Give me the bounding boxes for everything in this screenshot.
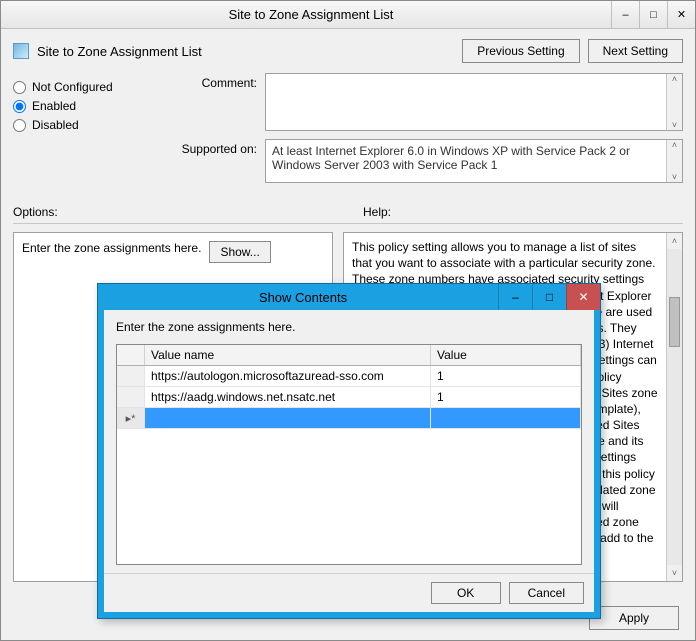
previous-setting-button[interactable]: Previous Setting xyxy=(462,39,579,63)
header-left: Site to Zone Assignment List xyxy=(13,43,202,59)
header-row: Site to Zone Assignment List Previous Se… xyxy=(13,39,683,63)
scroll-down-icon[interactable]: ˅ xyxy=(672,565,677,581)
comment-supported-area: Comment: ˄˅ Supported on: At least Inter… xyxy=(167,73,683,191)
radio-disabled-label: Disabled xyxy=(32,118,79,132)
options-label: Options: xyxy=(13,205,333,219)
show-contents-dialog: Show Contents – □ ✕ Enter the zone assig… xyxy=(97,283,601,619)
footer: Apply xyxy=(589,606,679,630)
new-row-marker[interactable]: ▸* xyxy=(117,408,145,428)
dialog-title: Show Contents xyxy=(108,290,498,305)
dialog-body: Enter the zone assignments here. Value n… xyxy=(98,310,600,618)
section-labels-row: Options: Help: xyxy=(13,205,683,219)
close-button[interactable]: ✕ xyxy=(667,1,695,28)
help-scrollbar[interactable]: ˄ ˅ xyxy=(666,233,682,581)
new-row-name-cell[interactable] xyxy=(145,408,431,428)
dialog-inner: Enter the zone assignments here. Value n… xyxy=(104,310,594,573)
scroll-thumb[interactable] xyxy=(669,297,680,347)
table-row[interactable]: https://aadg.windows.net.nsatc.net 1 xyxy=(117,387,581,408)
cancel-button[interactable]: Cancel xyxy=(509,582,584,604)
maximize-button[interactable]: □ xyxy=(639,1,667,28)
window-controls: – □ ✕ xyxy=(611,1,695,28)
grid-empty-area xyxy=(117,429,581,564)
row-name-cell[interactable]: https://aadg.windows.net.nsatc.net xyxy=(145,387,431,407)
minimize-button[interactable]: – xyxy=(611,1,639,28)
separator xyxy=(13,223,683,224)
comment-scrollbar[interactable]: ˄˅ xyxy=(666,74,682,130)
scroll-track[interactable] xyxy=(667,249,682,565)
grid-header-value[interactable]: Value xyxy=(431,345,581,365)
state-radios: Not Configured Enabled Disabled xyxy=(13,73,153,191)
radio-disabled-input[interactable] xyxy=(13,119,26,132)
next-setting-button[interactable]: Next Setting xyxy=(588,39,683,63)
grid-header-name[interactable]: Value name xyxy=(145,345,431,365)
row-value-cell[interactable]: 1 xyxy=(431,387,581,407)
dialog-prompt: Enter the zone assignments here. xyxy=(116,320,582,334)
gpo-setting-window: Site to Zone Assignment List – □ ✕ Site … xyxy=(0,0,696,641)
comment-row: Comment: ˄˅ xyxy=(167,73,683,131)
policy-icon xyxy=(13,43,29,59)
dialog-footer: OK Cancel xyxy=(104,573,594,612)
apply-button[interactable]: Apply xyxy=(589,606,679,630)
show-button[interactable]: Show... xyxy=(209,241,270,263)
nav-buttons: Previous Setting Next Setting xyxy=(462,39,683,63)
radio-not-configured[interactable]: Not Configured xyxy=(13,80,153,94)
supported-row: Supported on: At least Internet Explorer… xyxy=(167,139,683,183)
table-row-new[interactable]: ▸* xyxy=(117,408,581,429)
supported-textbox: At least Internet Explorer 6.0 in Window… xyxy=(265,139,683,183)
row-selector[interactable] xyxy=(117,387,145,407)
comment-value xyxy=(266,74,666,130)
zone-grid[interactable]: Value name Value https://autologon.micro… xyxy=(116,344,582,565)
radio-enabled-label: Enabled xyxy=(32,99,76,113)
dialog-window-controls: – □ ✕ xyxy=(498,284,600,310)
radio-not-configured-label: Not Configured xyxy=(32,80,113,94)
scroll-up-icon[interactable]: ˄ xyxy=(672,233,677,249)
row-value-cell[interactable]: 1 xyxy=(431,366,581,386)
titlebar: Site to Zone Assignment List – □ ✕ xyxy=(1,1,695,29)
radio-not-configured-input[interactable] xyxy=(13,81,26,94)
grid-header-selector xyxy=(117,345,145,365)
dialog-titlebar: Show Contents – □ ✕ xyxy=(98,284,600,310)
comment-label: Comment: xyxy=(167,73,257,90)
dialog-close-button[interactable]: ✕ xyxy=(566,284,600,310)
options-prompt: Enter the zone assignments here. xyxy=(22,241,201,255)
ok-button[interactable]: OK xyxy=(431,582,501,604)
row-selector[interactable] xyxy=(117,366,145,386)
radio-enabled-input[interactable] xyxy=(13,100,26,113)
supported-scrollbar[interactable]: ˄˅ xyxy=(666,140,682,182)
policy-title: Site to Zone Assignment List xyxy=(37,44,202,59)
help-label: Help: xyxy=(363,205,391,219)
new-row-value-cell[interactable] xyxy=(431,408,581,428)
dialog-maximize-button[interactable]: □ xyxy=(532,284,566,310)
radio-disabled[interactable]: Disabled xyxy=(13,118,153,132)
dialog-minimize-button[interactable]: – xyxy=(498,284,532,310)
radio-enabled[interactable]: Enabled xyxy=(13,99,153,113)
grid-header: Value name Value xyxy=(117,345,581,366)
upper-settings: Not Configured Enabled Disabled Comment:… xyxy=(13,73,683,191)
supported-label: Supported on: xyxy=(167,139,257,156)
window-title: Site to Zone Assignment List xyxy=(11,7,611,22)
supported-value: At least Internet Explorer 6.0 in Window… xyxy=(266,140,666,182)
comment-textbox[interactable]: ˄˅ xyxy=(265,73,683,131)
row-name-cell[interactable]: https://autologon.microsoftazuread-sso.c… xyxy=(145,366,431,386)
table-row[interactable]: https://autologon.microsoftazuread-sso.c… xyxy=(117,366,581,387)
